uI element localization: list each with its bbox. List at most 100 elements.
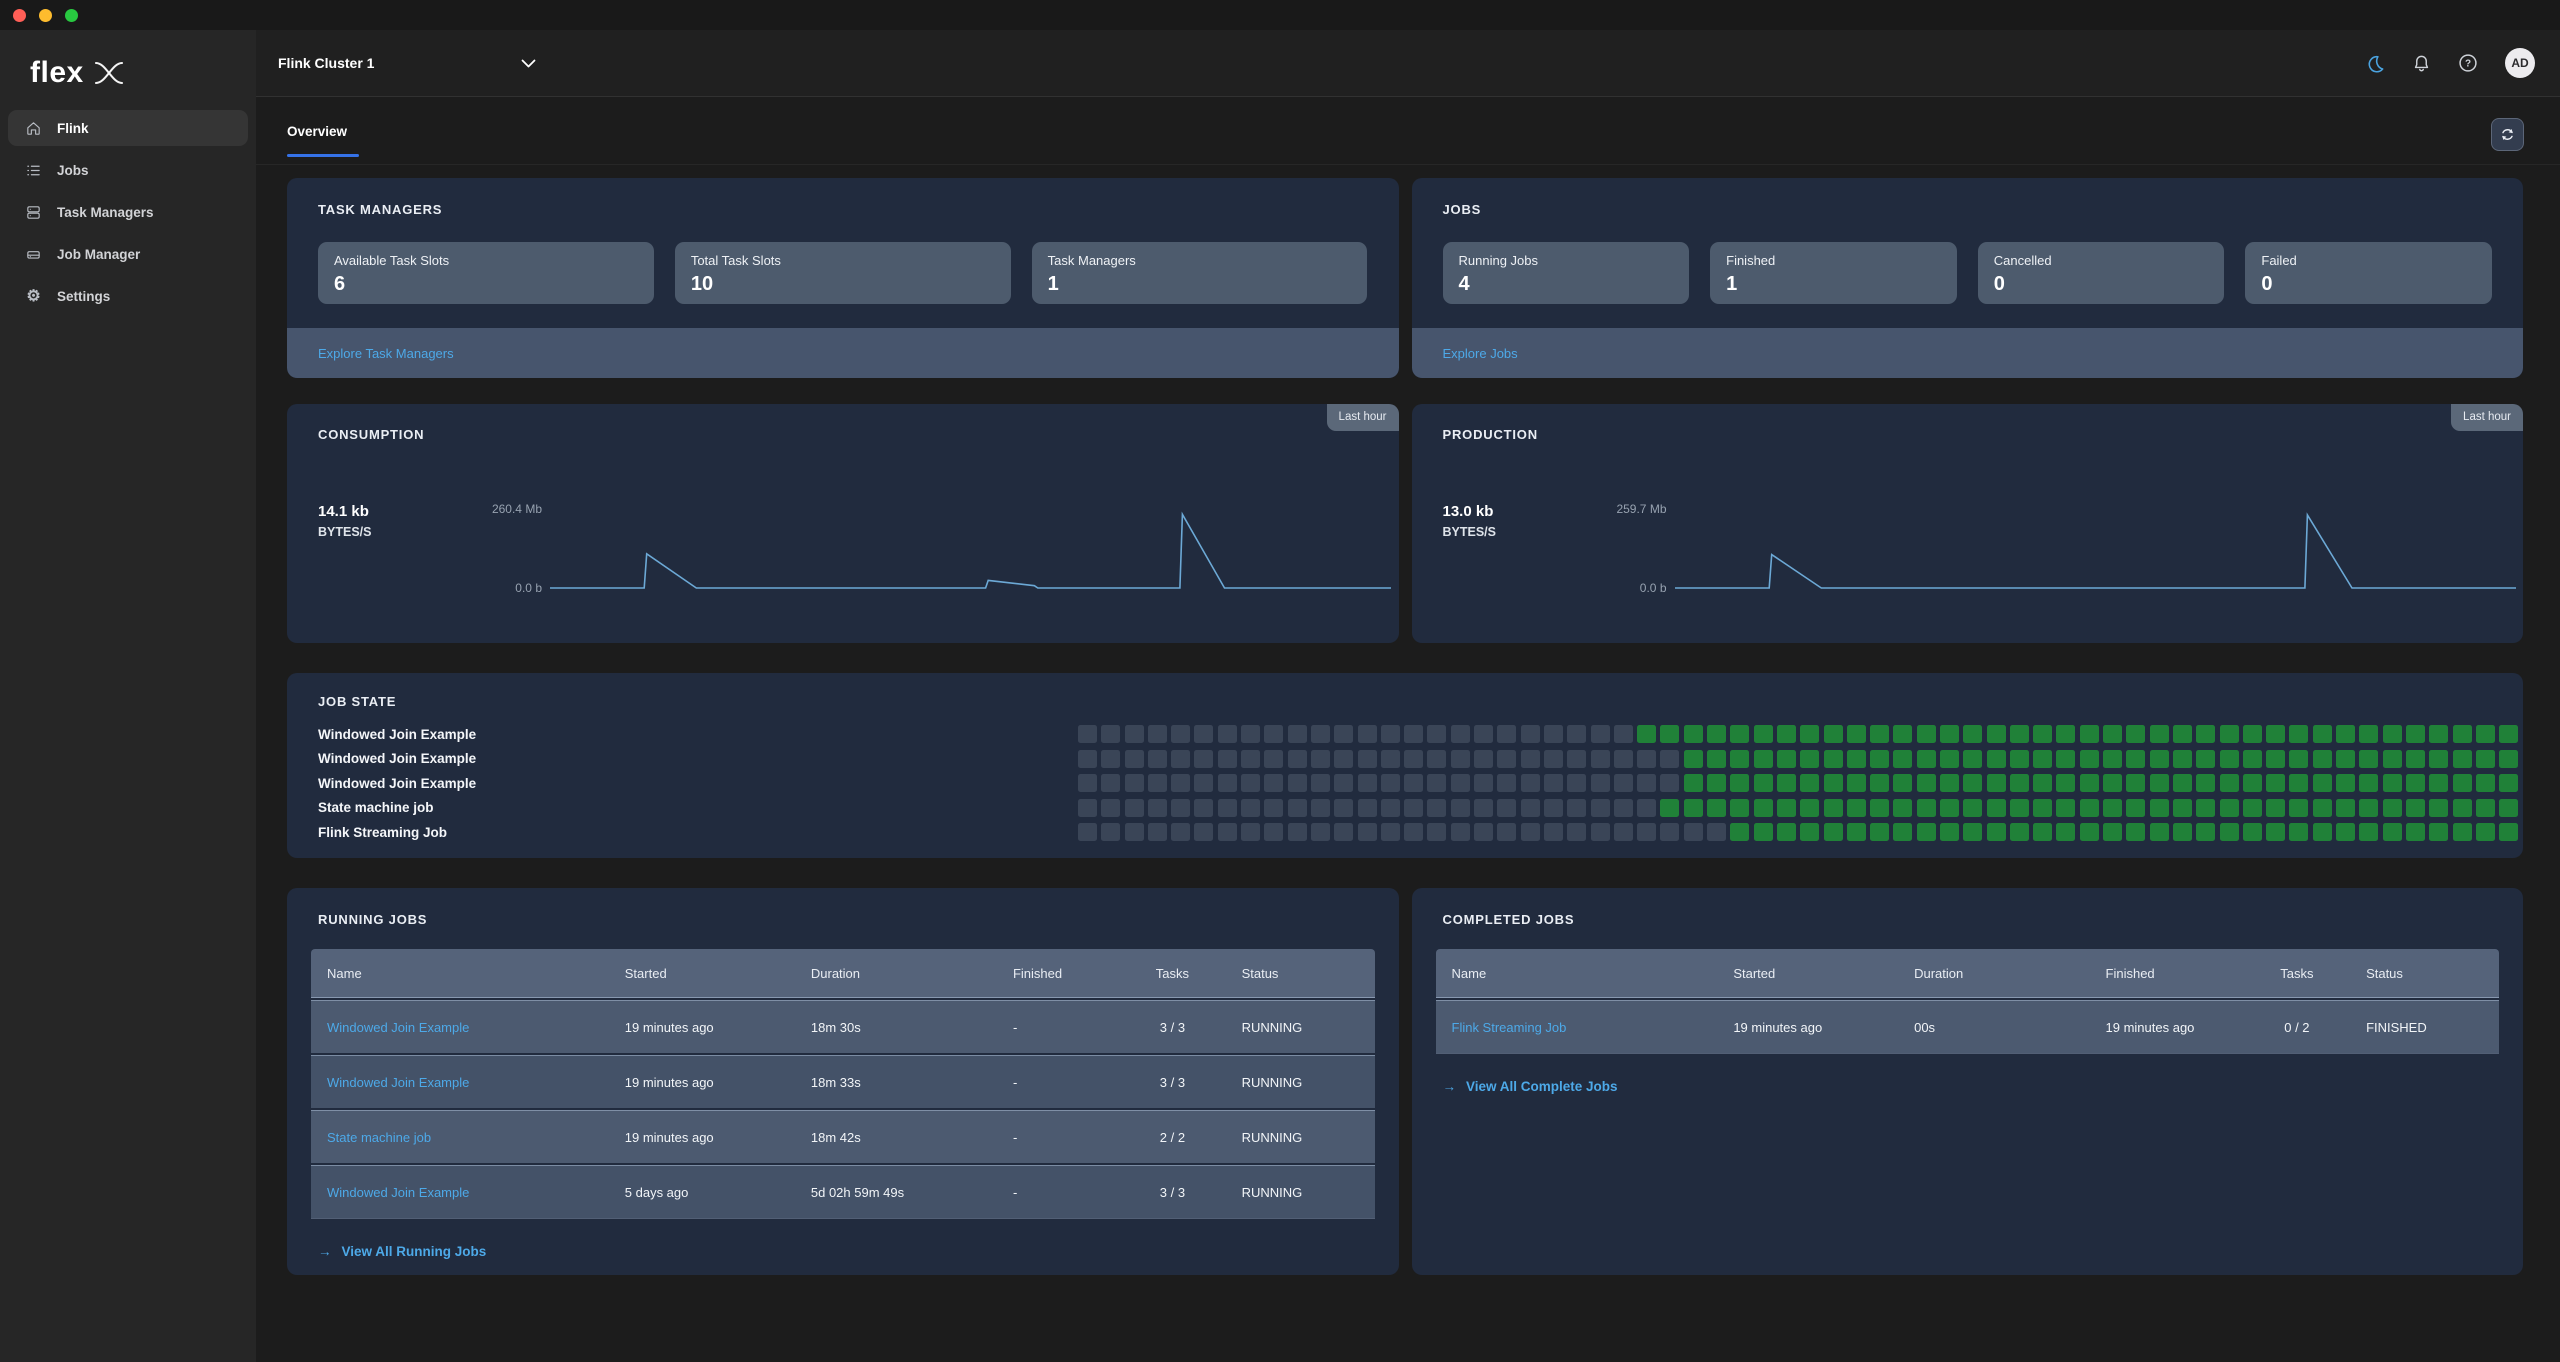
refresh-button[interactable]: [2491, 118, 2524, 151]
job-state-cell: [1451, 799, 1470, 817]
sidebar-item-label: Jobs: [57, 163, 89, 178]
job-state-cell: [1078, 725, 1097, 743]
job-state-cell: [2313, 750, 2332, 768]
sidebar-item-task-managers[interactable]: Task Managers: [8, 194, 248, 230]
stat-tile-task-managers: Task Managers1: [1032, 242, 1368, 304]
job-state-cell: [1707, 725, 1726, 743]
task-managers-card: TASK MANAGERS Available Task Slots6Total…: [287, 178, 1399, 378]
table-cell: 5 days ago: [609, 1185, 795, 1200]
job-state-cell: [1358, 774, 1377, 792]
job-state-cell: [1963, 823, 1982, 841]
sidebar-item-job-manager[interactable]: Job Manager: [8, 236, 248, 272]
consumption-range-badge: Last hour: [1327, 404, 1399, 431]
job-state-cell: [2406, 725, 2425, 743]
job-state-cell: [2266, 774, 2285, 792]
job-state-grid: [1078, 799, 2518, 817]
job-state-cell: [2383, 823, 2402, 841]
minimize-window-button[interactable]: [39, 9, 52, 22]
view-all-complete-jobs-link[interactable]: → View All Complete Jobs: [1443, 1079, 2500, 1094]
job-state-cell: [2453, 774, 2472, 792]
view-all-running-jobs-link[interactable]: → View All Running Jobs: [318, 1244, 1375, 1259]
job-link[interactable]: State machine job: [327, 1130, 431, 1145]
stat-value: 0: [1994, 273, 2209, 296]
job-state-cell: [1754, 774, 1773, 792]
job-state-cell: [1754, 799, 1773, 817]
job-state-cell: [1078, 774, 1097, 792]
column-header-status: Status: [1226, 966, 1375, 981]
job-state-cell: [1660, 750, 1679, 768]
job-state-cell: [1264, 774, 1283, 792]
explore-jobs-link[interactable]: Explore Jobs: [1443, 346, 1518, 361]
job-state-cell: [2196, 823, 2215, 841]
job-state-cell: [1101, 799, 1120, 817]
job-state-cell: [2336, 799, 2355, 817]
job-state-cell: [2336, 725, 2355, 743]
job-state-cell: [2289, 750, 2308, 768]
top-bar-actions: ? AD: [2366, 48, 2535, 78]
job-state-cell: [1427, 725, 1446, 743]
job-state-row: Flink Streaming Job: [318, 820, 2523, 845]
job-state-cell: [1800, 725, 1819, 743]
job-state-cell: [1684, 725, 1703, 743]
job-state-cell: [2383, 774, 2402, 792]
job-state-cell: [2243, 823, 2262, 841]
job-state-cell: [2033, 750, 2052, 768]
stat-value: 4: [1459, 273, 1674, 296]
job-state-cell: [1730, 799, 1749, 817]
job-state-cell: [2429, 750, 2448, 768]
job-state-cell: [1777, 725, 1796, 743]
job-name-cell: State machine job: [311, 1130, 609, 1145]
job-name-cell: Windowed Join Example: [311, 1020, 609, 1035]
job-state-cell: [1777, 799, 1796, 817]
sidebar-item-settings[interactable]: ⚙Settings: [8, 278, 248, 314]
consumption-unit: BYTES/S: [318, 525, 372, 539]
job-state-cell: [2429, 774, 2448, 792]
job-state-cell: [2033, 725, 2052, 743]
job-state-cell: [2196, 725, 2215, 743]
job-state-cell: [1660, 799, 1679, 817]
job-link[interactable]: Windowed Join Example: [327, 1185, 469, 1200]
job-state-cell: [2289, 823, 2308, 841]
job-state-cell: [2080, 774, 2099, 792]
sidebar-item-flink[interactable]: Flink: [8, 110, 248, 146]
job-state-grid: [1078, 750, 2518, 768]
sidebar-item-jobs[interactable]: Jobs: [8, 152, 248, 188]
drive-icon: [25, 246, 42, 263]
arrow-right-icon: →: [318, 1244, 332, 1259]
job-state-cell: [1591, 774, 1610, 792]
job-state-cell: [2220, 823, 2239, 841]
column-header-name: Name: [311, 966, 609, 981]
table-cell: 0 / 2: [2244, 1020, 2350, 1035]
job-state-cell: [1171, 823, 1190, 841]
cluster-selector[interactable]: Flink Cluster 1: [278, 55, 536, 71]
sidebar-item-label: Flink: [57, 121, 89, 136]
jobs-stats: Running Jobs4Finished1Cancelled0Failed0: [1443, 242, 2493, 304]
job-state-cell: [1917, 823, 1936, 841]
close-window-button[interactable]: [13, 9, 26, 22]
notifications-bell-icon[interactable]: [2412, 54, 2431, 73]
jobs-footer: Explore Jobs: [1412, 328, 2524, 378]
jobs-card: JOBS Running Jobs4Finished1Cancelled0Fai…: [1412, 178, 2524, 378]
zoom-window-button[interactable]: [65, 9, 78, 22]
table-cell: RUNNING: [1226, 1075, 1375, 1090]
help-icon[interactable]: ?: [2458, 53, 2478, 73]
app-logo: flex: [0, 30, 256, 110]
table-row: Windowed Join Example19 minutes ago18m 3…: [311, 1000, 1375, 1053]
job-link[interactable]: Flink Streaming Job: [1452, 1020, 1567, 1035]
job-state-cell: [1404, 774, 1423, 792]
sidebar-item-label: Task Managers: [57, 205, 154, 220]
job-link[interactable]: Windowed Join Example: [327, 1075, 469, 1090]
job-state-grid: [1078, 823, 2518, 841]
job-link[interactable]: Windowed Join Example: [327, 1020, 469, 1035]
table-row: Windowed Join Example19 minutes ago18m 3…: [311, 1055, 1375, 1108]
tab-overview[interactable]: Overview: [287, 124, 352, 157]
job-state-cell: [1917, 725, 1936, 743]
job-state-cell: [2056, 799, 2075, 817]
job-state-cell: [2429, 799, 2448, 817]
theme-toggle-moon-icon[interactable]: [2366, 54, 2385, 73]
job-state-cell: [1567, 725, 1586, 743]
user-avatar[interactable]: AD: [2505, 48, 2535, 78]
job-state-cell: [1078, 823, 1097, 841]
job-state-cell: [1963, 774, 1982, 792]
explore-task-managers-link[interactable]: Explore Task Managers: [318, 346, 454, 361]
